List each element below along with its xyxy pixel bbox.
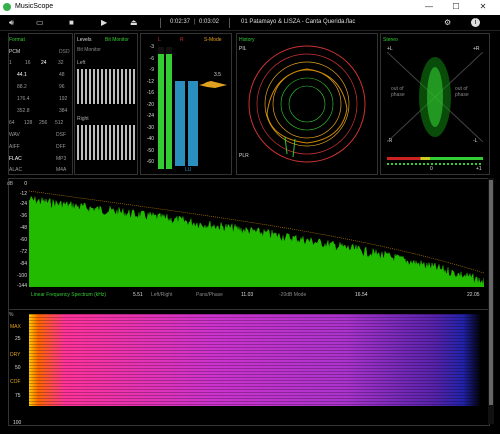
meter-scale-tick: -3 bbox=[149, 44, 154, 50]
corr-plus-one: +1 bbox=[476, 166, 482, 172]
close-button[interactable]: ✕ bbox=[473, 2, 493, 11]
db-tick: -24 bbox=[19, 201, 27, 207]
right-peak-bar bbox=[166, 47, 172, 169]
minimize-button[interactable]: — bbox=[419, 2, 439, 11]
db-tick: -12 bbox=[19, 191, 27, 197]
maximize-button[interactable]: ☐ bbox=[446, 2, 466, 11]
right-channel-label: Right bbox=[77, 116, 89, 122]
db-tick: -144 bbox=[16, 283, 27, 289]
meter-scale-tick: -16 bbox=[146, 90, 154, 96]
correlation-bar bbox=[387, 157, 483, 160]
format-title: Format bbox=[9, 37, 25, 43]
correlation-ticks bbox=[387, 163, 483, 165]
spectrum-panel: dB 0 -12 -24 -36 -48 -60 -72 -84 -100 -144 Linear… bbox=[7, 178, 490, 310]
goniometer bbox=[387, 52, 483, 142]
time-divider: | bbox=[194, 19, 196, 25]
left-channel-label: Left bbox=[77, 60, 86, 66]
settings-gear-icon[interactable]: ⚙ bbox=[444, 18, 451, 27]
lu-label: LU bbox=[185, 167, 192, 173]
left-peak-bar bbox=[158, 47, 164, 169]
loudness-bar bbox=[175, 81, 185, 166]
file-name: 01 Patamayo & LISZA - Canta Querida.flac bbox=[241, 19, 356, 25]
meter-scale-tick: -12 bbox=[146, 78, 154, 85]
pil-label: PIL bbox=[239, 46, 247, 52]
db-tick: -48 bbox=[19, 225, 27, 231]
time-elapsed: 0:02:37 bbox=[170, 19, 191, 25]
percent-label: % bbox=[9, 312, 14, 318]
sonogram-heatmap bbox=[29, 314, 481, 406]
history-panel: History PIL PLR bbox=[236, 33, 378, 175]
meter-scale-tick: -24 bbox=[146, 113, 154, 119]
db-tick: -72 bbox=[19, 249, 27, 255]
db-tick: 0 bbox=[24, 181, 27, 187]
levels-panel: Levels Bit Monitor Bit Monitor Left Righ… bbox=[74, 33, 138, 175]
history-radar bbox=[248, 45, 366, 163]
tick-25: 25 bbox=[15, 336, 21, 342]
max-label: MAX bbox=[10, 324, 21, 330]
left-bit-grid bbox=[77, 69, 135, 104]
bit-monitor-sub: Bit Monitor bbox=[77, 47, 101, 53]
dry-label: DRY bbox=[10, 352, 21, 358]
db-tick: -36 bbox=[19, 213, 27, 219]
window-title: MusicScope bbox=[15, 3, 54, 10]
meter-scale-tick: -6 bbox=[149, 55, 154, 62]
x-tick: 11.03 bbox=[241, 292, 254, 298]
tick-75: 75 bbox=[15, 393, 21, 399]
tick-100: 100 bbox=[13, 420, 22, 426]
spectrum-caption[interactable]: Linear Frequency Spectrum (kHz) bbox=[31, 292, 106, 298]
play-button[interactable]: ▶ bbox=[101, 18, 107, 27]
meter-scale: -3 -6 -9 -12 -16 -20 -24 -30 -40 -50 -60 bbox=[141, 44, 155, 169]
x-tick: 22.05 bbox=[467, 292, 480, 298]
cof-label: COF bbox=[10, 379, 21, 385]
stereo-panel: Stereo +L +R -R -L out of phase out of p… bbox=[380, 33, 490, 175]
window-titlebar: MusicScope — ☐ ✕ bbox=[0, 0, 500, 15]
format-panel: Format PCM DSD 1 16 24 32 44.1 48 88.2 96 … bbox=[8, 33, 73, 175]
pans-phase-option[interactable]: Pans/Phase bbox=[196, 292, 223, 298]
time-total: 0:03:02 bbox=[199, 19, 220, 25]
db-tick: -84 bbox=[19, 261, 27, 267]
right-bit-grid bbox=[77, 125, 135, 160]
db-axis: 0 -12 -24 -36 -48 -60 -72 -84 -100 -144 bbox=[9, 179, 29, 289]
corr-zero: 0 bbox=[430, 166, 433, 172]
volume-icon[interactable]: 🔊︎ bbox=[9, 18, 14, 28]
db-tick: -60 bbox=[19, 237, 27, 243]
loudness-bar-2 bbox=[188, 81, 198, 166]
toolbar: 🔊︎ ▭ ■ ▶ ⏏ 0:02:37 | 0:03:02 01 Patamayo… bbox=[0, 15, 500, 31]
meter-scale-tick: -50 bbox=[146, 147, 154, 154]
sonogram-panel: % MAX 25 DRY 50 COF 75 100 bbox=[8, 309, 490, 426]
meter-scale-tick: -30 bbox=[146, 124, 154, 131]
stereo-title: Stereo bbox=[383, 37, 398, 43]
scrollbar-thumb[interactable] bbox=[489, 180, 493, 405]
info-icon[interactable]: i bbox=[471, 18, 480, 27]
meter-scale-tick: -60 bbox=[146, 159, 154, 165]
levels-title[interactable]: Levels bbox=[77, 37, 91, 43]
s-mode-label[interactable]: S-Mode bbox=[204, 37, 222, 43]
meter-scale-tick: -40 bbox=[146, 136, 154, 142]
bit-monitor-tab[interactable]: Bit Monitor bbox=[105, 37, 129, 43]
meter-scale-tick: -20 bbox=[146, 101, 154, 108]
bits-row: 1 16 24 32 bbox=[9, 60, 64, 66]
app-logo-icon bbox=[3, 3, 11, 11]
db-tick: -100 bbox=[16, 273, 27, 279]
dsd-label: DSD bbox=[59, 49, 70, 55]
right-mark: R bbox=[180, 37, 184, 43]
eject-icon[interactable]: ⏏ bbox=[130, 18, 138, 27]
x-tick: 5.51 bbox=[133, 292, 143, 298]
meter-scale-tick: -9 bbox=[149, 67, 154, 73]
left-right-option[interactable]: Left/Right bbox=[151, 292, 172, 298]
meter-value: 3.5 bbox=[214, 72, 221, 78]
separator bbox=[160, 18, 161, 28]
open-folder-icon[interactable]: ▭ bbox=[36, 18, 44, 27]
stop-button[interactable]: ■ bbox=[69, 18, 74, 27]
left-mark: L bbox=[158, 37, 161, 43]
spectrum-plot bbox=[29, 190, 484, 287]
vertical-scrollbar[interactable] bbox=[488, 178, 494, 424]
minus20db-option[interactable]: -20dB Mode bbox=[279, 292, 306, 298]
tick-50: 50 bbox=[15, 365, 21, 371]
x-tick: 16.54 bbox=[355, 292, 368, 298]
pcm-label: PCM bbox=[9, 49, 21, 55]
level-meter-panel: L R S-Mode -3 -6 -9 -12 -16 -20 -24 -30 -40 -50 -6… bbox=[140, 33, 232, 175]
separator bbox=[229, 18, 230, 28]
